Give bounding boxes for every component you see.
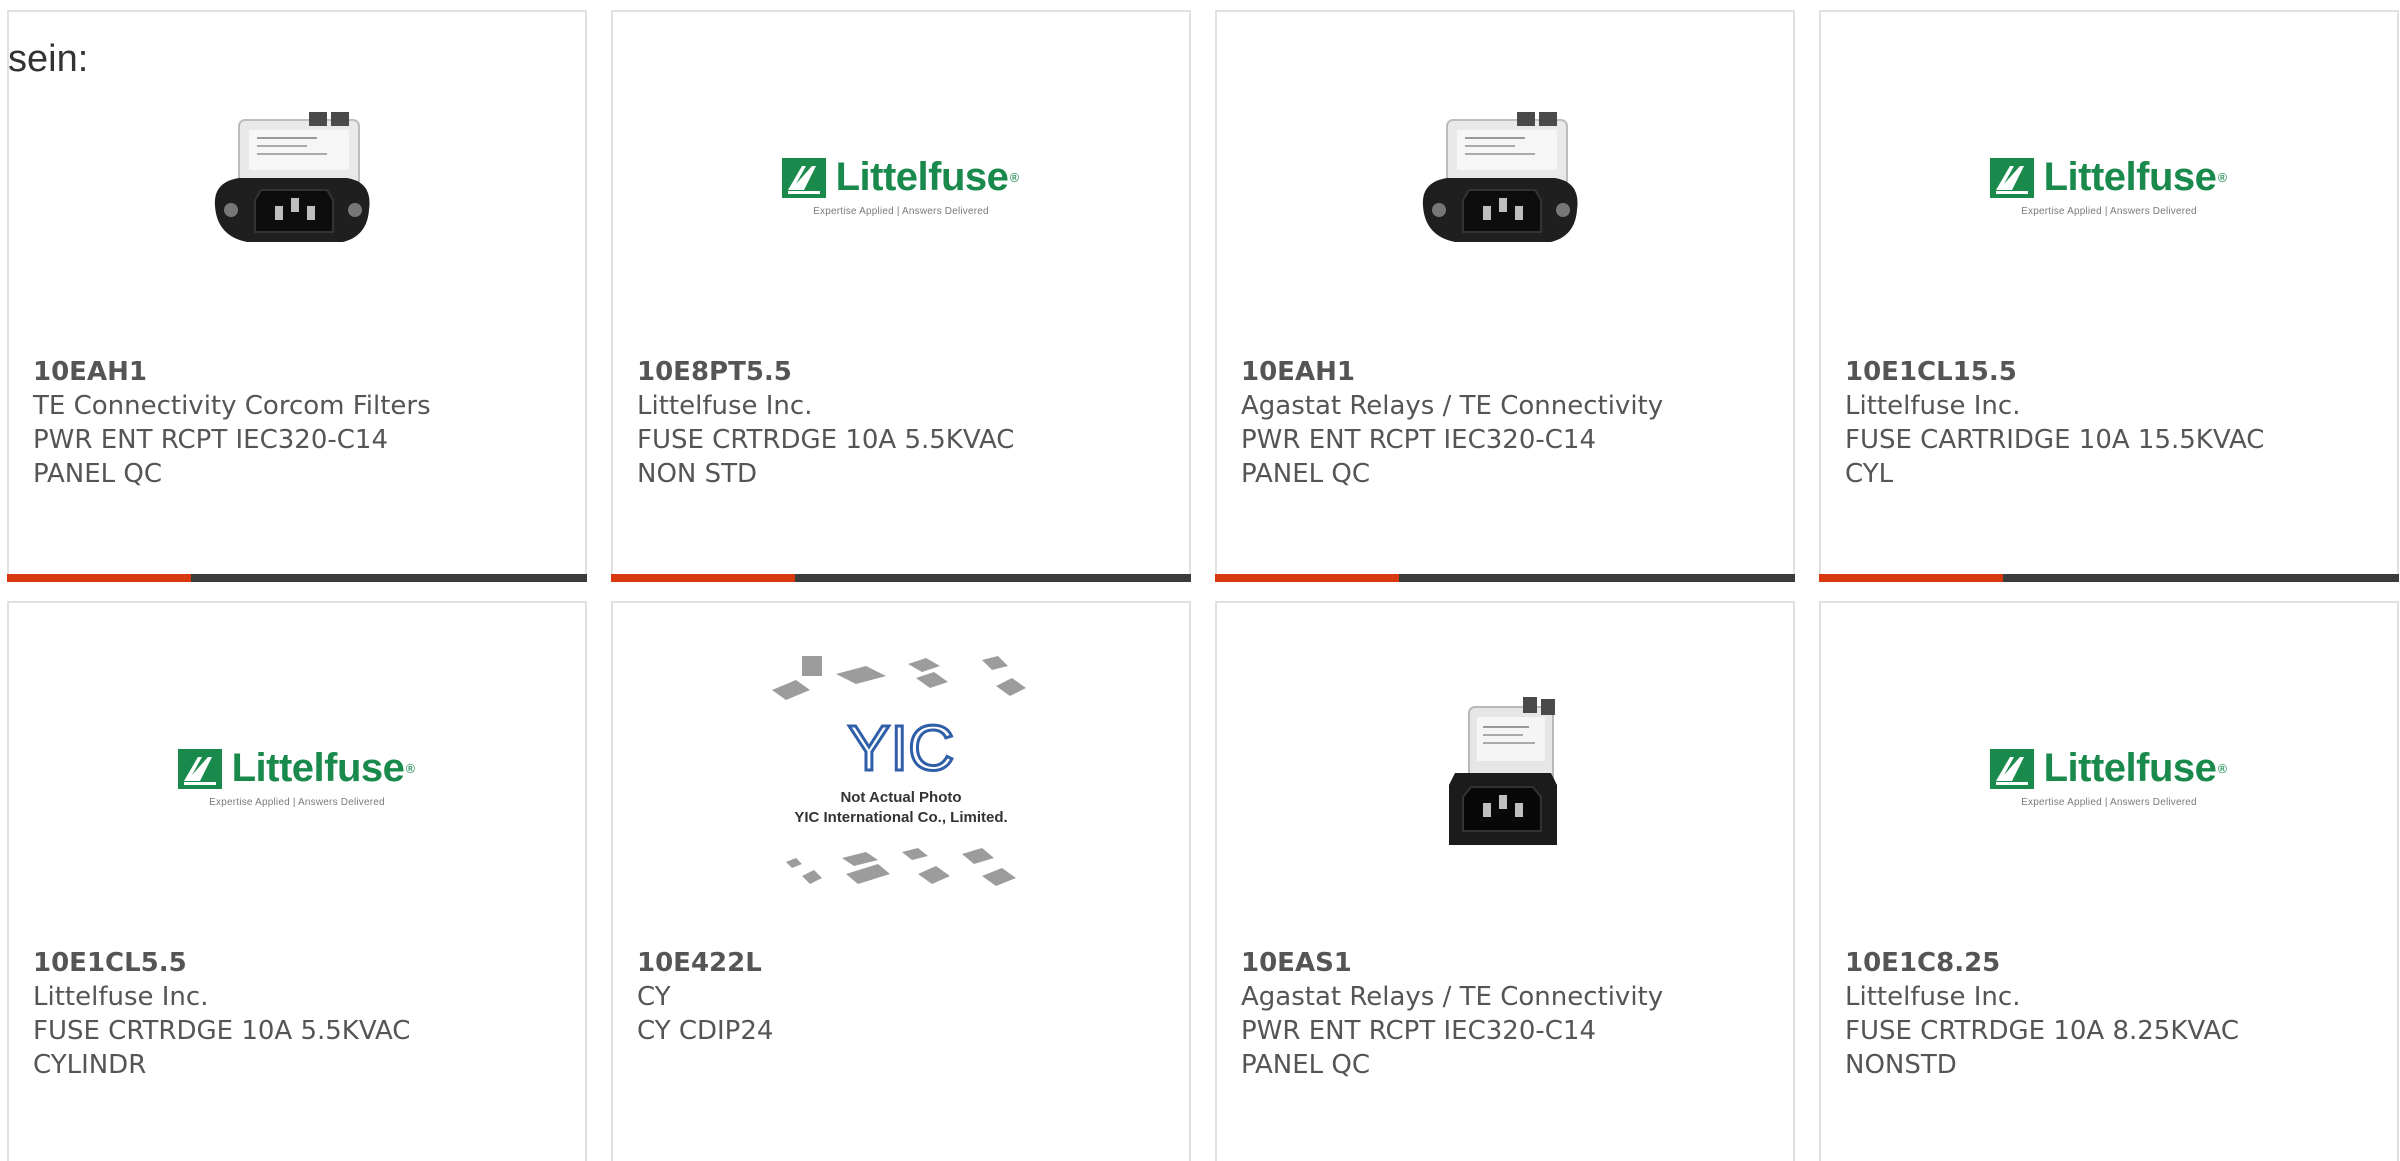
part-number[interactable]: 10E1C8.25 bbox=[1845, 946, 2387, 980]
littelfuse-mark-icon bbox=[781, 157, 826, 198]
product-info: 10EAH1 Agastat Relays / TE Connectivity … bbox=[1241, 355, 1783, 491]
description-line-2: NONSTD bbox=[1845, 1050, 1957, 1080]
part-number[interactable]: 10EAH1 bbox=[1241, 355, 1783, 389]
card-accent-bar bbox=[7, 574, 587, 582]
littelfuse-wordmark: Littelfuse bbox=[2043, 746, 2217, 790]
product-info: 10E1C8.25 Littelfuse Inc. FUSE CRTRDGE 1… bbox=[1845, 946, 2387, 1082]
littelfuse-wordmark: Littelfuse bbox=[2043, 155, 2217, 199]
product-image[interactable] bbox=[1217, 667, 1793, 887]
power-entry-module-image bbox=[1422, 112, 1578, 242]
part-number[interactable]: 10E422L bbox=[637, 946, 1179, 980]
littelfuse-mark-icon bbox=[1989, 157, 2034, 198]
card-accent-bar bbox=[1215, 574, 1795, 582]
product-card[interactable]: Littelfuse ® Expertise Applied | Answers … bbox=[7, 601, 587, 1161]
description-line-1: PWR ENT RCPT IEC320-C14 bbox=[33, 425, 388, 455]
product-info: 10E1CL15.5 Littelfuse Inc. FUSE CARTRIDG… bbox=[1845, 355, 2387, 491]
description-line-1: CY CDIP24 bbox=[637, 1016, 774, 1046]
product-card[interactable]: 10EAH1 TE Connectivity Corcom Filters PW… bbox=[7, 10, 587, 582]
product-card[interactable]: 10EAS1 Agastat Relays / TE Connectivity … bbox=[1215, 601, 1795, 1161]
manufacturer: CY bbox=[637, 982, 671, 1012]
manufacturer: Littelfuse Inc. bbox=[1845, 982, 2021, 1012]
placeholder-caption-line-1: Not Actual Photo bbox=[840, 789, 961, 806]
part-number[interactable]: 10EAH1 bbox=[33, 355, 575, 389]
part-number[interactable]: 10E8PT5.5 bbox=[637, 355, 1179, 389]
description-line-1: PWR ENT RCPT IEC320-C14 bbox=[1241, 1016, 1596, 1046]
product-image[interactable]: Littelfuse ® Expertise Applied | Answers … bbox=[1821, 667, 2397, 887]
yic-mark: YIC bbox=[848, 712, 955, 784]
littelfuse-tagline: Expertise Applied | Answers Delivered bbox=[209, 797, 385, 808]
accent-segment bbox=[1819, 574, 2003, 582]
registered-mark: ® bbox=[2216, 170, 2229, 185]
littelfuse-tagline: Expertise Applied | Answers Delivered bbox=[813, 206, 989, 217]
product-image[interactable]: Littelfuse ® Expertise Applied | Answers … bbox=[613, 76, 1189, 296]
product-info: 10E8PT5.5 Littelfuse Inc. FUSE CRTRDGE 1… bbox=[637, 355, 1179, 491]
manufacturer: Agastat Relays / TE Connectivity bbox=[1241, 982, 1664, 1012]
product-info: 10EAH1 TE Connectivity Corcom Filters PW… bbox=[33, 355, 575, 491]
product-info: 10EAS1 Agastat Relays / TE Connectivity … bbox=[1241, 946, 1783, 1082]
description-line-2: PANEL QC bbox=[1241, 459, 1371, 489]
manufacturer: Agastat Relays / TE Connectivity bbox=[1241, 391, 1664, 421]
description-line-2: NON STD bbox=[637, 459, 758, 489]
accent-segment bbox=[611, 574, 795, 582]
littelfuse-tagline: Expertise Applied | Answers Delivered bbox=[2021, 797, 2197, 808]
description-line-2: PANEL QC bbox=[33, 459, 163, 489]
accent-segment bbox=[7, 574, 191, 582]
littelfuse-logo: Littelfuse ® Expertise Applied | Answers … bbox=[1989, 746, 2229, 808]
registered-mark: ® bbox=[1008, 170, 1021, 185]
littelfuse-mark-icon bbox=[177, 748, 222, 789]
littelfuse-logo: Littelfuse ® Expertise Applied | Answers … bbox=[781, 155, 1021, 217]
product-card[interactable]: YIC Not Actual Photo YIC International C… bbox=[611, 601, 1191, 1161]
littelfuse-mark-icon bbox=[1989, 748, 2034, 789]
description-line-1: FUSE CRTRDGE 10A 8.25KVAC bbox=[1845, 1016, 2239, 1046]
product-image[interactable]: YIC Not Actual Photo YIC International C… bbox=[613, 656, 1189, 887]
part-number[interactable]: 10E1CL5.5 bbox=[33, 946, 575, 980]
littelfuse-wordmark: Littelfuse bbox=[835, 155, 1009, 199]
product-grid-page: sein: 10EAH1 TE Connectivity Corcom Filt… bbox=[0, 0, 2400, 1161]
registered-mark: ® bbox=[2216, 761, 2229, 776]
description-line-1: FUSE CRTRDGE 10A 5.5KVAC bbox=[33, 1016, 411, 1046]
description-line-1: PWR ENT RCPT IEC320-C14 bbox=[1241, 425, 1596, 455]
product-info: 10E1CL5.5 Littelfuse Inc. FUSE CRTRDGE 1… bbox=[33, 946, 575, 1082]
manufacturer: Littelfuse Inc. bbox=[637, 391, 813, 421]
littelfuse-wordmark: Littelfuse bbox=[231, 746, 405, 790]
placeholder-caption-line-2: YIC International Co., Limited. bbox=[794, 809, 1007, 826]
accent-segment bbox=[1215, 574, 1399, 582]
littelfuse-logo: Littelfuse ® Expertise Applied | Answers … bbox=[1989, 155, 2229, 217]
power-entry-module-image bbox=[214, 112, 370, 242]
manufacturer: Littelfuse Inc. bbox=[1845, 391, 2021, 421]
product-image[interactable]: Littelfuse ® Expertise Applied | Answers … bbox=[1821, 76, 2397, 296]
littelfuse-logo: Littelfuse ® Expertise Applied | Answers … bbox=[177, 746, 417, 808]
power-entry-module-image bbox=[1449, 697, 1557, 845]
product-card[interactable]: 10EAH1 Agastat Relays / TE Connectivity … bbox=[1215, 10, 1795, 582]
lead-text: sein: bbox=[8, 38, 89, 80]
product-card[interactable]: Littelfuse ® Expertise Applied | Answers … bbox=[611, 10, 1191, 582]
product-image[interactable] bbox=[9, 76, 585, 296]
description-line-1: FUSE CARTRIDGE 10A 15.5KVAC bbox=[1845, 425, 2265, 455]
description-line-2: CYL bbox=[1845, 459, 1894, 489]
not-actual-photo-placeholder: YIC Not Actual Photo YIC International C… bbox=[772, 656, 1026, 886]
manufacturer: Littelfuse Inc. bbox=[33, 982, 209, 1012]
registered-mark: ® bbox=[404, 761, 417, 776]
part-number[interactable]: 10E1CL15.5 bbox=[1845, 355, 2387, 389]
product-info: 10E422L CY CY CDIP24 bbox=[637, 946, 1179, 1048]
product-image[interactable] bbox=[1217, 76, 1793, 296]
part-number[interactable]: 10EAS1 bbox=[1241, 946, 1783, 980]
manufacturer: TE Connectivity Corcom Filters bbox=[33, 391, 431, 421]
card-accent-bar bbox=[1819, 574, 2399, 582]
description-line-2: PANEL QC bbox=[1241, 1050, 1371, 1080]
product-image[interactable]: Littelfuse ® Expertise Applied | Answers … bbox=[9, 667, 585, 887]
littelfuse-tagline: Expertise Applied | Answers Delivered bbox=[2021, 206, 2197, 217]
product-card[interactable]: Littelfuse ® Expertise Applied | Answers … bbox=[1819, 601, 2399, 1161]
card-accent-bar bbox=[611, 574, 1191, 582]
product-card[interactable]: Littelfuse ® Expertise Applied | Answers … bbox=[1819, 10, 2399, 582]
description-line-1: FUSE CRTRDGE 10A 5.5KVAC bbox=[637, 425, 1015, 455]
description-line-2: CYLINDR bbox=[33, 1050, 147, 1080]
